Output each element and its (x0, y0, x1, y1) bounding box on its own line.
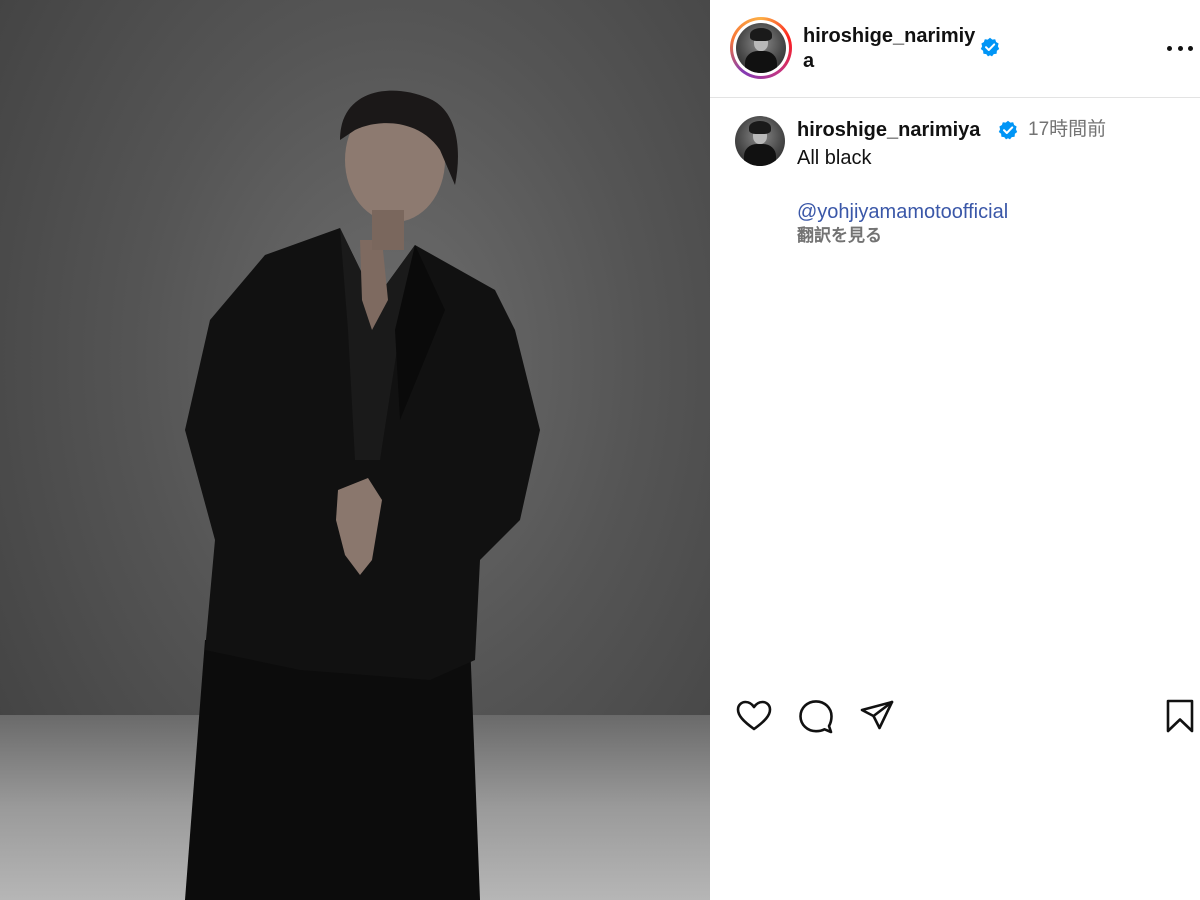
post-header: hiroshige_narimiya (710, 0, 1200, 98)
header-username[interactable]: hiroshige_narimiya (803, 24, 978, 74)
translate-button[interactable]: 翻訳を見る (797, 225, 882, 247)
bookmark-icon (1166, 699, 1194, 733)
verified-badge-icon (998, 120, 1018, 140)
heart-icon (736, 700, 772, 731)
more-dot-icon (1167, 45, 1172, 51)
photo-figure (185, 90, 540, 900)
save-button[interactable] (1160, 696, 1200, 736)
caption-avatar[interactable] (735, 116, 785, 166)
verified-badge-icon (980, 37, 1000, 57)
share-button[interactable] (857, 696, 897, 736)
mention-link[interactable]: @yohjiyamamotoofficial (797, 200, 1008, 224)
caption-text: All black (797, 147, 872, 169)
comment-icon (799, 700, 833, 734)
more-options-button[interactable] (1165, 36, 1195, 60)
more-dot-icon (1188, 45, 1193, 51)
story-avatar[interactable] (730, 17, 792, 79)
caption-username[interactable]: hiroshige_narimiya (797, 118, 980, 142)
avatar (736, 23, 786, 73)
like-button[interactable] (734, 696, 774, 736)
post-photo[interactable] (0, 0, 710, 900)
more-dot-icon (1177, 45, 1183, 51)
paper-plane-icon (860, 700, 894, 730)
post-side-panel: hiroshige_narimiya hiroshige_narimiya 17… (710, 0, 1200, 900)
comment-button[interactable] (796, 696, 836, 736)
post-timestamp[interactable]: 17時間前 (1028, 118, 1106, 142)
